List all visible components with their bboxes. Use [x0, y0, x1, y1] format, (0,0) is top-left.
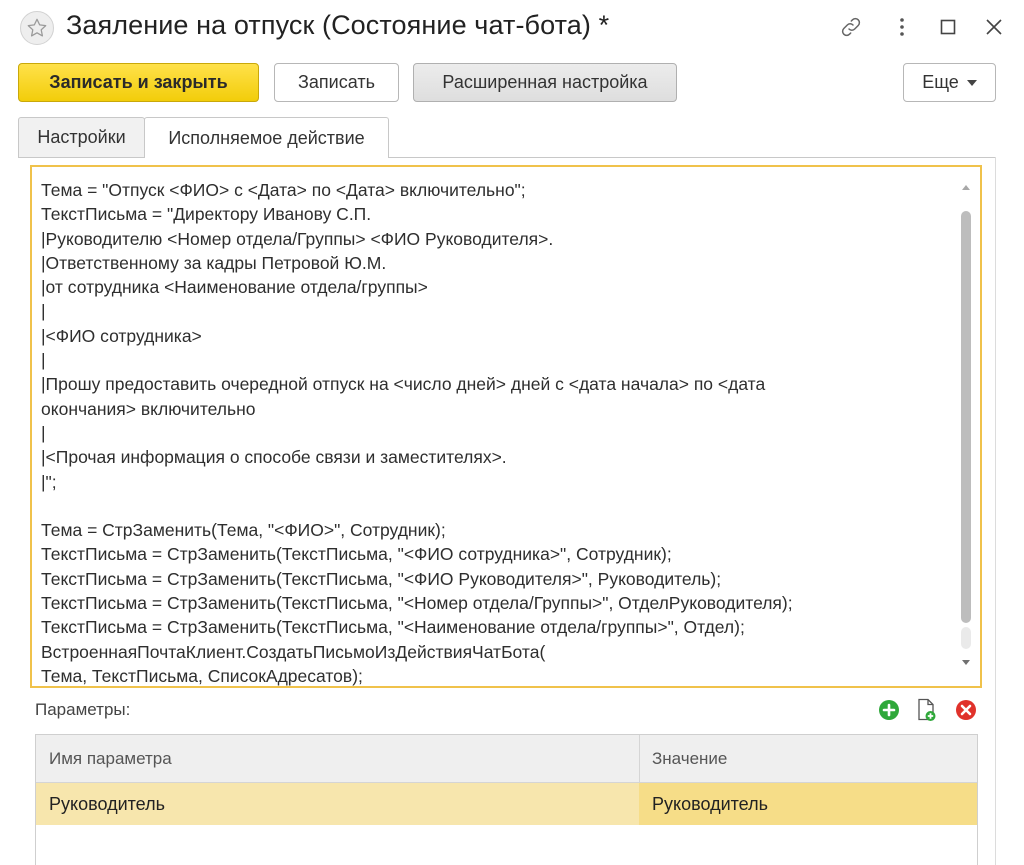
- param-value-cell[interactable]: Руководитель: [652, 783, 768, 825]
- advanced-settings-button[interactable]: Расширенная настройка: [413, 63, 677, 102]
- code-line: |: [41, 301, 46, 322]
- code-line: |Ответственному за кадры Петровой Ю.М.: [41, 252, 387, 273]
- link-icon[interactable]: [836, 12, 866, 42]
- code-line: ТекстПисьма = СтрЗаменить(ТекстПисьма, "…: [41, 544, 672, 565]
- code-line: ТекстПисьма = СтрЗаменить(ТекстПисьма, "…: [41, 568, 722, 589]
- close-icon[interactable]: [979, 12, 1009, 42]
- code-line: Тема = "Отпуск <ФИО> с <Дата> по <Дата> …: [41, 180, 526, 200]
- window-title: Заяление на отпуск (Состояние чат-бота) …: [66, 10, 610, 40]
- code-line: Тема = СтрЗаменить(Тема, "<ФИО>", Сотруд…: [41, 520, 446, 541]
- param-name-cell[interactable]: Руководитель: [49, 783, 165, 825]
- tab-executed-action[interactable]: Исполняемое действие: [144, 117, 389, 158]
- code-line: |: [41, 350, 46, 371]
- chevron-down-icon: [966, 79, 977, 86]
- code-line: ТекстПисьма = "Директору Иванову С.П.: [41, 204, 372, 225]
- maximize-icon[interactable]: [933, 12, 963, 42]
- add-icon[interactable]: [877, 698, 901, 722]
- params-table: Имя параметра Значение Руководитель Руко…: [35, 734, 978, 865]
- code-line: ВстроеннаяПочтаКлиент.СоздатьПисьмоИзДей…: [41, 641, 546, 662]
- star-icon[interactable]: [20, 11, 54, 45]
- code-line: |";: [41, 471, 57, 492]
- scroll-up-icon[interactable]: [962, 185, 970, 190]
- column-divider[interactable]: [639, 735, 640, 783]
- more-menu-button[interactable]: Еще: [903, 63, 996, 102]
- more-vertical-icon[interactable]: [887, 12, 917, 42]
- column-header-name[interactable]: Имя параметра: [49, 735, 172, 783]
- delete-icon[interactable]: [954, 698, 978, 722]
- code-line: ТекстПисьма = СтрЗаменить(ТекстПисьма, "…: [41, 593, 793, 614]
- scrollbar-thumb[interactable]: [961, 211, 971, 623]
- code-line: |от сотрудника <Наименование отдела/груп…: [41, 277, 428, 298]
- code-line: Тема, ТекстПисьма, СписокАдресатов);: [41, 665, 363, 686]
- copy-icon[interactable]: [915, 698, 939, 722]
- params-label: Параметры:: [35, 700, 131, 719]
- tab-settings[interactable]: Настройки: [18, 117, 145, 157]
- table-header: Имя параметра Значение: [36, 735, 977, 783]
- code-line: окончания> включительно: [41, 398, 256, 419]
- code-line: |<Прочая информация о способе связи и за…: [41, 447, 507, 468]
- table-row[interactable]: Руководитель Руководитель: [36, 783, 977, 825]
- code-text: Тема = "Отпуск <ФИО> с <Дата> по <Дата> …: [41, 178, 951, 686]
- save-and-close-button[interactable]: Записать и закрыть: [18, 63, 259, 102]
- save-button[interactable]: Записать: [274, 63, 399, 102]
- more-menu-label: Еще: [922, 72, 959, 92]
- code-line: ТекстПисьма = СтрЗаменить(ТекстПисьма, "…: [41, 617, 745, 638]
- panel-border: [995, 157, 996, 865]
- code-line: |: [41, 422, 46, 443]
- scrollbar-track[interactable]: [961, 627, 971, 649]
- code-line: |Руководителю <Номер отдела/Группы> <ФИО…: [41, 228, 554, 249]
- column-header-value[interactable]: Значение: [652, 735, 727, 783]
- code-line: |<ФИО сотрудника>: [41, 325, 202, 346]
- title-bar: Заяление на отпуск (Состояние чат-бота) …: [0, 0, 1024, 56]
- code-line: |Прошу предоставить очередной отпуск на …: [41, 374, 766, 395]
- code-editor[interactable]: Тема = "Отпуск <ФИО> с <Дата> по <Дата> …: [30, 165, 982, 688]
- scroll-down-icon[interactable]: [962, 660, 970, 665]
